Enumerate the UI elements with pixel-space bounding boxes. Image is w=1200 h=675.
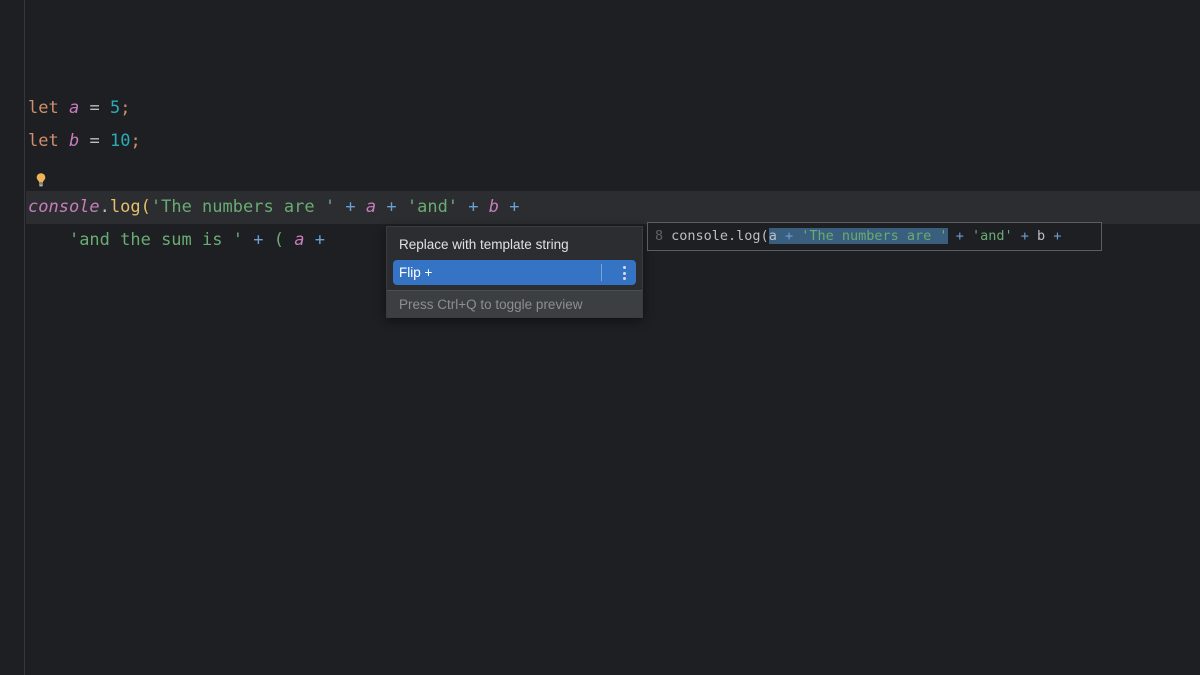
code-token	[335, 197, 345, 217]
code-token	[79, 131, 89, 151]
lightbulb-icon[interactable]	[33, 172, 49, 188]
code-token: 'and'	[407, 197, 458, 217]
code-token: 5	[110, 98, 120, 118]
code-token: a	[69, 98, 79, 118]
code-token	[100, 131, 110, 151]
code-token	[263, 230, 273, 250]
preview-token: +	[1053, 228, 1061, 244]
code-token	[59, 131, 69, 151]
menu-item-flip-plus[interactable]: Flip +	[393, 260, 636, 285]
code-token	[304, 230, 314, 250]
code-line-4[interactable]: 'and the sum is ' + ( a +	[28, 224, 325, 257]
code-token	[479, 197, 489, 217]
code-token: b	[69, 131, 79, 151]
code-token: +	[315, 230, 325, 250]
preview-token: +	[1021, 228, 1029, 244]
code-token	[243, 230, 253, 250]
code-token	[59, 98, 69, 118]
code-token: 'and the sum is '	[69, 230, 243, 250]
code-token: =	[89, 131, 99, 151]
intention-actions-popup[interactable]: Replace with template string Flip + Pres…	[386, 226, 643, 318]
code-token: +	[468, 197, 478, 217]
code-token: +	[345, 197, 355, 217]
code-token: b	[489, 197, 499, 217]
preview-token: 'and'	[972, 228, 1013, 244]
code-token: log	[110, 197, 141, 217]
preview-line-number: 8	[648, 228, 671, 244]
code-token	[100, 98, 110, 118]
code-token	[376, 197, 386, 217]
code-token: ;	[130, 131, 140, 151]
code-token	[397, 197, 407, 217]
preview-highlighted-token	[777, 228, 785, 244]
code-token	[499, 197, 509, 217]
code-token: (	[274, 230, 284, 250]
code-token: a	[294, 230, 304, 250]
code-token	[458, 197, 468, 217]
popup-hint-footer: Press Ctrl+Q to toggle preview	[387, 290, 642, 317]
popup-hint-text: Press Ctrl+Q to toggle preview	[399, 297, 582, 312]
code-token: +	[386, 197, 396, 217]
code-line-3[interactable]: console.log('The numbers are ' + a + 'an…	[28, 191, 520, 224]
code-token: let	[28, 98, 59, 118]
preview-code-text: console.log(a + 'The numbers are ' + 'an…	[671, 228, 1061, 244]
preview-token: console.log(	[671, 228, 769, 244]
preview-highlighted-token: +	[785, 228, 793, 244]
code-token	[79, 98, 89, 118]
code-token: =	[89, 98, 99, 118]
kebab-menu-icon[interactable]	[623, 266, 626, 280]
preview-token	[1013, 228, 1021, 244]
preview-token	[964, 228, 972, 244]
code-editor[interactable]: let a = 5; let b = 10; console.log('The …	[0, 0, 1200, 675]
code-token: .	[100, 197, 110, 217]
code-token: ;	[120, 98, 130, 118]
code-token: (	[141, 197, 151, 217]
code-token	[284, 230, 294, 250]
menu-item-label: Replace with template string	[399, 237, 569, 252]
code-token: let	[28, 131, 59, 151]
editor-gutter[interactable]	[0, 0, 25, 675]
preview-token: +	[956, 228, 964, 244]
code-line-2[interactable]: let b = 10;	[28, 125, 141, 158]
code-token: +	[253, 230, 263, 250]
code-token: 10	[110, 131, 130, 151]
menu-item-separator	[601, 264, 602, 281]
code-token: +	[509, 197, 519, 217]
menu-item-label: Flip +	[399, 265, 432, 280]
preview-highlighted-token: a	[769, 228, 777, 244]
preview-token: b	[1037, 228, 1045, 244]
code-token	[28, 230, 69, 250]
code-token	[356, 197, 366, 217]
preview-token	[1029, 228, 1037, 244]
code-line-1[interactable]: let a = 5;	[28, 92, 130, 125]
code-token: a	[366, 197, 376, 217]
intention-preview-tooltip: 8console.log(a + 'The numbers are ' + 'a…	[647, 222, 1102, 251]
code-token: 'The numbers are '	[151, 197, 335, 217]
preview-highlighted-token: 'The numbers are '	[801, 228, 947, 244]
preview-token	[948, 228, 956, 244]
code-token: console	[28, 197, 100, 217]
menu-item-replace-with-template-string[interactable]: Replace with template string	[387, 232, 642, 258]
